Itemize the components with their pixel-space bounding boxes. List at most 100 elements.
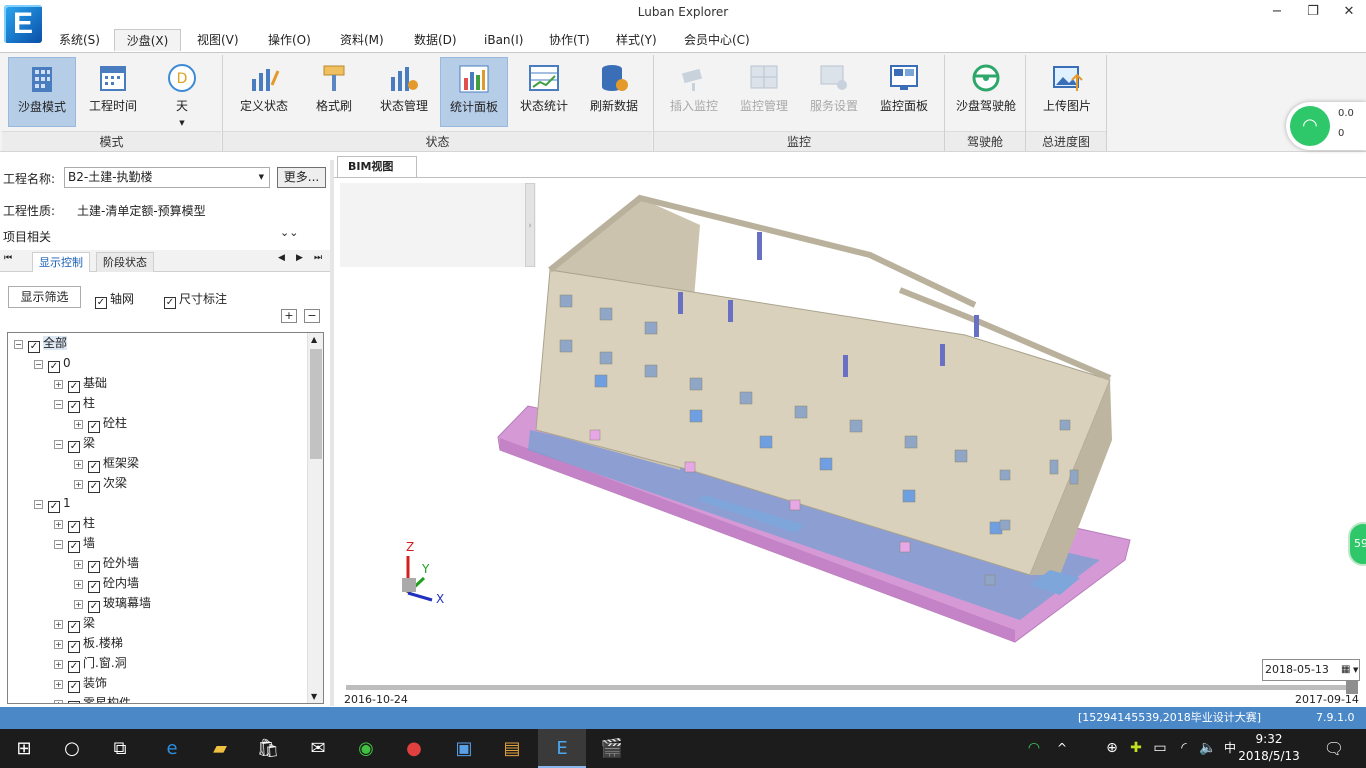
project-time-button[interactable]: 工程时间 bbox=[79, 57, 147, 127]
project-nature-value: 土建-清单定额-预算模型 bbox=[77, 204, 206, 218]
insert-monitor-button[interactable]: 插入监控 bbox=[660, 57, 728, 127]
tree-node[interactable]: + ✓ 次梁 bbox=[74, 473, 127, 493]
menu-iban[interactable]: iBan(I) bbox=[478, 29, 529, 51]
windows-start-icon[interactable]: ⊞ bbox=[0, 729, 48, 768]
tree-scrollbar[interactable]: ▲ ▼ bbox=[307, 333, 323, 703]
status-stats-button[interactable]: 状态统计 bbox=[510, 57, 578, 127]
dimension-checkbox[interactable]: ✓ 尺寸标注 bbox=[164, 290, 227, 309]
restore-button[interactable]: ❐ bbox=[1298, 2, 1328, 22]
menu-operation[interactable]: 操作(O) bbox=[262, 29, 317, 51]
menu-data-material[interactable]: 资料(M) bbox=[334, 29, 390, 51]
project-name-select[interactable]: B2-土建-执勤楼 ▼ bbox=[64, 167, 270, 188]
mini-panel bbox=[340, 183, 536, 267]
monitor-manage-button[interactable]: 监控管理 bbox=[730, 57, 798, 127]
task-view-icon[interactable]: ⧉ bbox=[96, 729, 144, 768]
edge-browser-icon[interactable]: e bbox=[148, 729, 196, 768]
search-icon[interactable]: ○ bbox=[48, 729, 96, 768]
menu-data[interactable]: 数据(D) bbox=[408, 29, 463, 51]
stats-panel-button[interactable]: 统计面板 bbox=[440, 57, 508, 127]
video-clapper-icon[interactable]: 🎬 bbox=[588, 729, 636, 768]
download-speed: 0 bbox=[1338, 128, 1345, 139]
tree-node[interactable]: − ✓ 1 bbox=[34, 493, 71, 513]
tree-node[interactable]: + ✓ 砼柱 bbox=[74, 413, 127, 433]
day-dropdown-button[interactable]: D 天 ▼ bbox=[150, 57, 214, 127]
menu-member[interactable]: 会员中心(C) bbox=[678, 29, 756, 51]
luban-taskbar-icon[interactable]: E bbox=[538, 729, 586, 768]
monitor-panel-button[interactable]: 监控面板 bbox=[870, 57, 938, 127]
tree-node[interactable]: − ✓ 全部 bbox=[14, 333, 68, 353]
mail-icon[interactable]: ✉ bbox=[294, 729, 342, 768]
timeline-end-date: 2017-09-14 bbox=[1295, 693, 1359, 706]
tree-node[interactable]: − ✓ 墙 bbox=[54, 533, 95, 553]
bim-viewport[interactable]: › Z Y X bbox=[336, 178, 1366, 658]
status-manage-button[interactable]: 状态管理 bbox=[370, 57, 438, 127]
network-widget[interactable]: ◠ 0.0 0 bbox=[1286, 102, 1366, 150]
app-red-icon[interactable]: ● bbox=[390, 729, 438, 768]
tab-bim-view[interactable]: BIM视图 bbox=[337, 156, 417, 178]
table-chart-icon bbox=[528, 63, 560, 93]
prev-tab-icon[interactable]: ◀ bbox=[278, 253, 285, 263]
menu-sandbox[interactable]: 沙盘(X) bbox=[114, 29, 181, 51]
archive-icon[interactable]: ▤ bbox=[488, 729, 536, 768]
tree-node[interactable]: + ✓ 装饰 bbox=[54, 673, 107, 693]
app-blue-icon[interactable]: ▣ bbox=[440, 729, 488, 768]
sandbox-mode-button[interactable]: 沙盘模式 bbox=[8, 57, 76, 127]
menu-collab[interactable]: 协作(T) bbox=[543, 29, 596, 51]
app-tray-icon[interactable]: ✚ bbox=[1124, 729, 1148, 768]
tree-node[interactable]: − ✓ 0 bbox=[34, 353, 71, 373]
left-panel: 工程名称: B2-土建-执勤楼 ▼ 更多... 工程性质: 土建-清单定额-预算… bbox=[0, 160, 332, 706]
menu-style[interactable]: 样式(Y) bbox=[610, 29, 663, 51]
tree-node[interactable]: + ✓ 柱 bbox=[54, 513, 95, 533]
security-tray-icon[interactable]: ⊕ bbox=[1100, 729, 1124, 768]
tree-node[interactable]: + ✓ 砼内墙 bbox=[74, 573, 139, 593]
upload-speed: 0.0 bbox=[1338, 108, 1354, 119]
format-brush-button[interactable]: 格式刷 bbox=[300, 57, 368, 127]
file-explorer-icon[interactable]: ▰ bbox=[196, 729, 244, 768]
axis-grid-checkbox[interactable]: ✓ 轴网 bbox=[95, 290, 134, 309]
tab-display-control[interactable]: 显示控制 bbox=[32, 252, 90, 272]
tree-node[interactable]: + ✓ 门.窗.洞 bbox=[54, 653, 127, 673]
image-upload-icon bbox=[1051, 63, 1083, 93]
date-picker[interactable]: 2018-05-13 ▦ ▼ bbox=[1262, 659, 1360, 681]
panel-splitter[interactable] bbox=[330, 160, 334, 706]
network-icon[interactable]: ◜ bbox=[1172, 729, 1196, 768]
tree-node[interactable]: + ✓ 板.楼梯 bbox=[54, 633, 123, 653]
collapse-all-button[interactable]: − bbox=[304, 309, 320, 323]
service-settings-button[interactable]: 服务设置 bbox=[800, 57, 868, 127]
last-tab-icon[interactable]: ⏭ bbox=[314, 253, 322, 263]
define-status-button[interactable]: 定义状态 bbox=[230, 57, 298, 127]
close-button[interactable]: ✕ bbox=[1334, 2, 1364, 22]
tree-node[interactable]: + ✓ 梁 bbox=[54, 613, 95, 633]
chevron-up-icon[interactable]: ^ bbox=[1050, 729, 1074, 768]
timeline-slider[interactable] bbox=[346, 685, 1356, 690]
refresh-data-button[interactable]: 刷新数据 bbox=[580, 57, 648, 127]
display-filter-button[interactable]: 显示筛选 bbox=[8, 286, 81, 308]
tree-node[interactable]: − ✓ 柱 bbox=[54, 393, 95, 413]
menu-system[interactable]: 系统(S) bbox=[53, 29, 106, 51]
wifi-tray-icon[interactable]: ◠ bbox=[1020, 729, 1048, 768]
minimize-button[interactable]: − bbox=[1262, 2, 1292, 22]
tree-node[interactable]: − ✓ 梁 bbox=[54, 433, 95, 453]
store-icon[interactable]: 🛍 bbox=[244, 729, 292, 768]
tree-node[interactable]: + ✓ 玻璃幕墙 bbox=[74, 593, 151, 613]
floating-badge[interactable]: 59 bbox=[1348, 522, 1366, 566]
volume-icon[interactable]: 🔈 bbox=[1196, 729, 1220, 768]
first-tab-icon[interactable]: ⏮ bbox=[4, 253, 12, 263]
notification-icon[interactable]: 🗨 bbox=[1316, 729, 1352, 768]
tree-node[interactable]: + ✓ 砼外墙 bbox=[74, 553, 139, 573]
clock[interactable]: 9:32 2018/5/13 bbox=[1233, 731, 1305, 765]
upload-image-button[interactable]: 上传图片 bbox=[1033, 57, 1101, 127]
menu-view[interactable]: 视图(V) bbox=[191, 29, 245, 51]
more-button[interactable]: 更多... bbox=[277, 167, 326, 188]
sandbox-cockpit-button[interactable]: 沙盘驾驶舱 bbox=[950, 57, 1022, 127]
ie-green-icon[interactable]: ◉ bbox=[342, 729, 390, 768]
tree-node[interactable]: + ✓ 基础 bbox=[54, 373, 107, 393]
tree-node[interactable]: + ✓ 框架梁 bbox=[74, 453, 139, 473]
tree-node[interactable]: +✓零星构件 bbox=[54, 693, 131, 703]
tab-stage-status[interactable]: 阶段状态 bbox=[96, 252, 154, 272]
mini-panel-toggle[interactable]: › bbox=[525, 183, 535, 267]
next-tab-icon[interactable]: ▶ bbox=[296, 253, 303, 263]
expand-all-button[interactable]: + bbox=[281, 309, 297, 323]
expand-icon[interactable]: ⌄⌄ bbox=[280, 226, 298, 239]
battery-icon[interactable]: ▭ bbox=[1148, 729, 1172, 768]
